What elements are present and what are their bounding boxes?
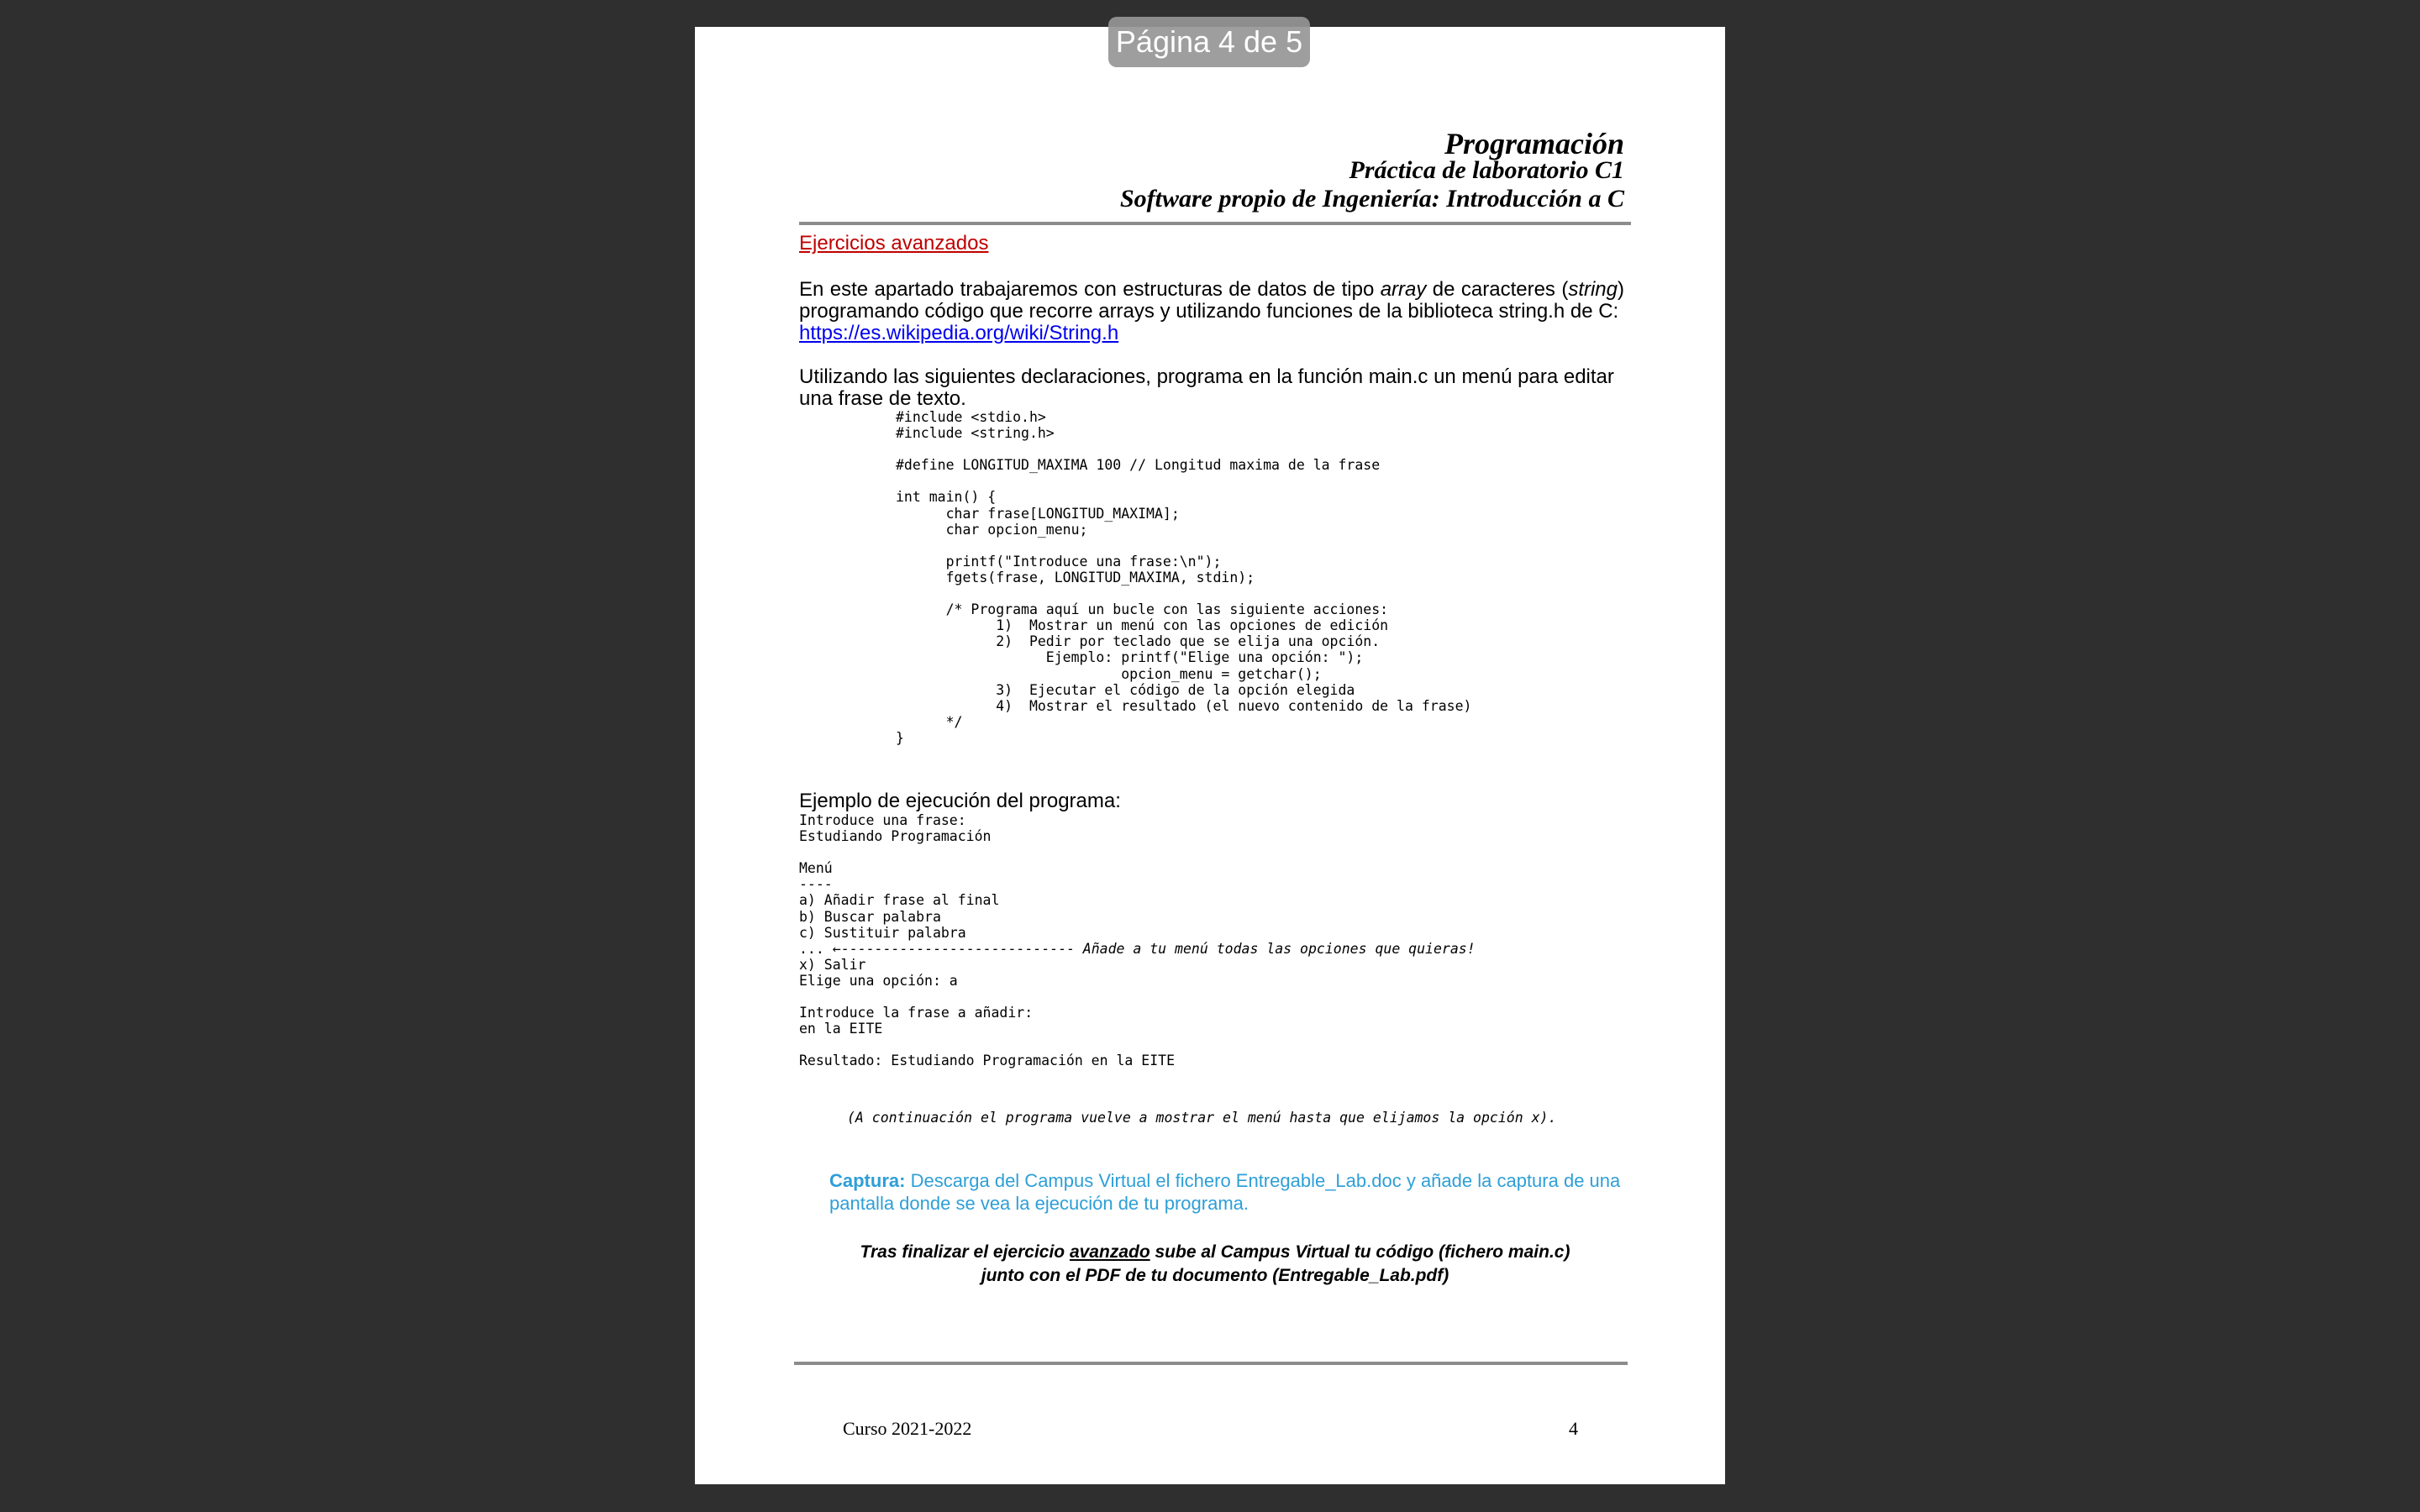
document-page: Programación Práctica de laboratorio C1 … bbox=[695, 27, 1725, 1484]
final-instruction: Tras finalizar el ejercicio avanzado sub… bbox=[799, 1241, 1631, 1288]
final-line1-b: sube al Campus Virtual tu código (ficher… bbox=[1150, 1242, 1570, 1262]
intro-paragraph: En este apartado trabajaremos con estruc… bbox=[799, 279, 1624, 344]
capture-text: Descarga del Campus Virtual el fichero E… bbox=[829, 1170, 1621, 1214]
footer-course: Curso 2021-2022 bbox=[843, 1418, 972, 1439]
instruction-paragraph: Utilizando las siguientes declaraciones,… bbox=[799, 365, 1614, 410]
section-title: Ejercicios avanzados bbox=[799, 232, 989, 255]
example-title: Ejemplo de ejecución del programa: bbox=[799, 790, 1121, 812]
intro-string-word: string bbox=[1568, 278, 1618, 301]
code-block: #include <stdio.h> #include <string.h> #… bbox=[896, 409, 1472, 746]
example-lines-after: x) Salir Elige una opción: a Introduce l… bbox=[799, 956, 1176, 1069]
header-subtitle: Práctica de laboratorio C1 bbox=[1349, 156, 1624, 184]
footer-divider bbox=[794, 1362, 1628, 1365]
footer-page-number: 4 bbox=[1569, 1418, 1578, 1439]
example-lines-before: Introduce una frase: Estudiando Programa… bbox=[799, 812, 1000, 941]
example-arrow-note: Añade a tu menú todas las opciones que q… bbox=[1082, 940, 1476, 957]
final-line1-a: Tras finalizar el ejercicio bbox=[860, 1242, 1070, 1262]
intro-array-word: array bbox=[1380, 278, 1427, 301]
example-note: (A continuación el programa vuelve a mos… bbox=[847, 1110, 1557, 1126]
capture-label: Captura: bbox=[829, 1170, 906, 1191]
page-indicator: Página 4 de 5 bbox=[1108, 17, 1310, 67]
header-topic: Software propio de Ingeniería: Introducc… bbox=[1119, 185, 1624, 213]
intro-text-1: En este apartado trabajaremos con estruc… bbox=[799, 278, 1381, 301]
example-output: Introduce una frase: Estudiando Programa… bbox=[799, 812, 1476, 1069]
string-h-link[interactable]: https://es.wikipedia.org/wiki/String.h bbox=[799, 322, 1118, 344]
header-divider bbox=[799, 222, 1631, 225]
intro-text-2: de caracteres ( bbox=[1426, 278, 1569, 301]
capture-instruction: Captura: Descarga del Campus Virtual el … bbox=[829, 1169, 1628, 1215]
final-line1-underlined: avanzado bbox=[1069, 1242, 1150, 1262]
final-line2: junto con el PDF de tu documento (Entreg… bbox=[981, 1266, 1449, 1285]
example-arrow: ... ←---------------------------- bbox=[799, 940, 1083, 957]
